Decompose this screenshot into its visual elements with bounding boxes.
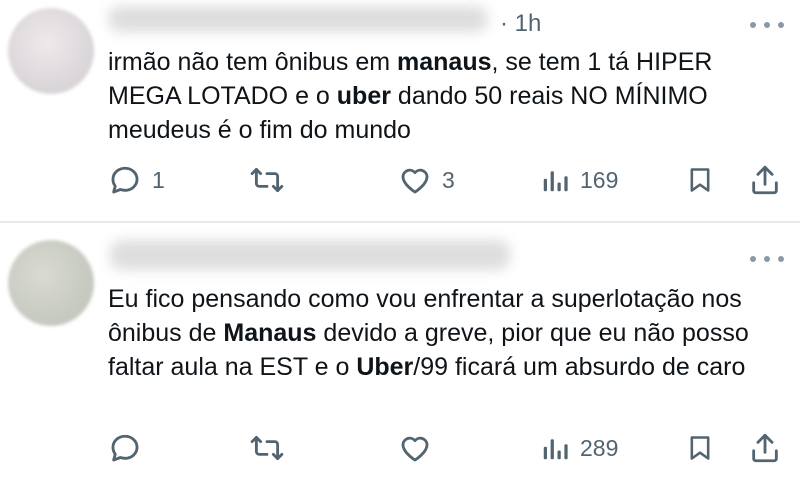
- action-bar: 1 3 169: [108, 162, 788, 198]
- avatar[interactable]: [8, 240, 94, 326]
- reply-button[interactable]: 1: [108, 162, 165, 198]
- text-segment: irmão não tem ônibus em: [108, 48, 398, 76]
- action-bar: 289: [108, 430, 788, 466]
- tweet[interactable]: Eu fico pensando como vou enfrentar a su…: [0, 224, 800, 500]
- bookmark-icon: [690, 168, 710, 192]
- text-bold: uber: [336, 82, 391, 110]
- share-button[interactable]: [748, 162, 782, 198]
- reply-icon: [111, 434, 139, 462]
- bookmark-button[interactable]: [686, 162, 714, 198]
- views-count: 169: [580, 166, 619, 193]
- views-button[interactable]: 169: [540, 162, 618, 198]
- share-icon: [752, 433, 778, 463]
- more-icon[interactable]: [750, 254, 784, 264]
- divider: [0, 221, 800, 223]
- tweet-text: Eu fico pensando como vou enfrentar a su…: [108, 282, 788, 384]
- bookmark-icon: [690, 436, 710, 460]
- share-icon: [752, 165, 778, 195]
- bookmark-button[interactable]: [686, 430, 714, 466]
- repost-icon: [250, 435, 284, 461]
- like-icon: [401, 168, 429, 194]
- like-icon: [401, 436, 429, 462]
- views-button[interactable]: 289: [540, 430, 618, 466]
- views-icon: [543, 171, 568, 192]
- text-bold: manaus: [397, 48, 492, 76]
- like-count: 3: [442, 166, 455, 193]
- tweet[interactable]: · 1h irmão não tem ônibus em manaus, se …: [0, 0, 800, 222]
- tweet-time: · 1h: [500, 10, 542, 37]
- repost-button[interactable]: [248, 430, 296, 466]
- more-icon[interactable]: [750, 20, 784, 30]
- reply-button[interactable]: [108, 430, 152, 466]
- repost-button[interactable]: [248, 162, 296, 198]
- author-name-redacted[interactable]: [110, 240, 510, 270]
- text-bold: Manaus: [223, 319, 317, 347]
- author-name-redacted[interactable]: [108, 6, 488, 32]
- views-count: 289: [580, 434, 619, 461]
- text-bold: Uber: [356, 353, 414, 381]
- tweet-text: irmão não tem ônibus em manaus, se tem 1…: [108, 45, 788, 147]
- repost-icon: [250, 167, 284, 193]
- like-button[interactable]: 3: [398, 162, 455, 198]
- text-segment: /99 ficará um absurdo de caro: [413, 353, 746, 381]
- share-button[interactable]: [748, 430, 782, 466]
- reply-icon: [111, 166, 139, 194]
- avatar[interactable]: [8, 8, 94, 94]
- like-button[interactable]: [398, 430, 442, 466]
- views-icon: [543, 439, 568, 460]
- reply-count: 1: [152, 166, 165, 193]
